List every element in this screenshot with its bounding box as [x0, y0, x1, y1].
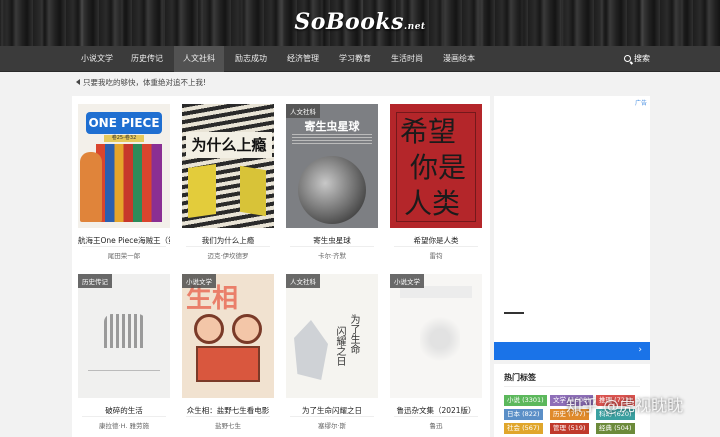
nav-item-education[interactable]: 学习教育 — [332, 46, 378, 72]
book-author: 康拉德·H. 雅劳施 — [99, 422, 149, 430]
divider — [504, 386, 640, 387]
book-author: 迈克·伊坎德罗 — [207, 252, 249, 260]
cover-title: 希望 — [400, 115, 457, 148]
category-badge[interactable]: 人文社科 — [286, 274, 320, 288]
tag-link[interactable]: 经典 (504) — [596, 423, 635, 434]
book-grid: ONE PIECE 卷25-卷32 航海王One Piece海贼王（第 尾田荣一… — [72, 96, 490, 437]
cover-title: 寄生虫星球 — [304, 120, 360, 133]
cover-art — [80, 152, 102, 222]
divider — [504, 312, 524, 314]
divider — [394, 246, 478, 247]
divider — [186, 416, 270, 417]
nav-item-humanities[interactable]: 人文社科 — [174, 46, 224, 72]
divider — [290, 246, 374, 247]
cover-art — [96, 144, 162, 222]
chevron-right-icon: › — [638, 345, 642, 355]
book-title[interactable]: 为了生命闪耀之日 — [286, 405, 378, 416]
book-author: 尾田荣一郎 — [107, 252, 141, 260]
site-header: SoBooks.net — [0, 0, 720, 46]
nav-item-comics[interactable]: 漫画绘本 — [436, 46, 482, 72]
cover-art — [298, 156, 366, 224]
book-card[interactable]: 为了生命 闪耀之日 人文社科 为了生命闪耀之日 塞缪尔·斯 — [286, 274, 378, 437]
book-title[interactable]: 鲁迅杂文集（2021版） — [390, 405, 482, 416]
cover-title: 人类 — [404, 187, 461, 220]
cover-title: 你是 — [410, 151, 467, 184]
cover-art — [88, 370, 160, 371]
book-author: 塞缪尔·斯 — [317, 422, 347, 430]
book-cover[interactable]: 希望 你是 人类 — [390, 104, 482, 228]
book-title[interactable]: 众生相：盐野七生看电影 — [182, 405, 274, 416]
book-card[interactable]: 为什么上瘾 我们为什么上瘾 迈克·伊坎德罗 — [182, 104, 274, 270]
book-author: 鲁迅 — [429, 422, 443, 430]
category-badge[interactable]: 人文社科 — [286, 104, 320, 118]
nav-item-success[interactable]: 励志成功 — [228, 46, 274, 72]
site-logo[interactable]: SoBooks.net — [0, 9, 720, 35]
widget-title: 热门标签 — [504, 373, 536, 382]
book-card[interactable]: ONE PIECE 卷25-卷32 航海王One Piece海贼王（第 尾田荣一… — [78, 104, 170, 270]
cover-art — [196, 346, 260, 382]
speaker-icon — [76, 79, 80, 85]
cover-art — [292, 134, 372, 144]
divider — [186, 246, 270, 247]
nav-item-history[interactable]: 历史传记 — [124, 46, 170, 72]
book-cover[interactable]: 为什么上瘾 — [182, 104, 274, 228]
cover-art — [240, 165, 266, 217]
divider — [82, 246, 166, 247]
ad-label[interactable]: 广告 — [635, 98, 647, 107]
book-author: 盐野七生 — [215, 422, 241, 430]
book-cover[interactable]: 寄生虫星球 人文社科 — [286, 104, 378, 228]
book-cover[interactable]: ONE PIECE 卷25-卷32 — [78, 104, 170, 228]
cover-art — [194, 314, 224, 344]
cover-art — [294, 320, 328, 380]
main-nav: 小说文学 历史传记 人文社科 励志成功 经济管理 学习教育 生活时尚 漫画绘本 … — [0, 46, 720, 72]
book-title[interactable]: 我们为什么上瘾 — [182, 235, 274, 246]
book-cover[interactable]: 为了生命 闪耀之日 人文社科 — [286, 274, 378, 398]
search-label: 搜索 — [634, 54, 650, 63]
cover-title: 为什么上瘾 — [186, 132, 272, 158]
tag-link[interactable]: 日本 (822) — [504, 409, 543, 420]
nav-item-lifestyle[interactable]: 生活时尚 — [384, 46, 430, 72]
tag-link[interactable]: 社会 (567) — [504, 423, 543, 434]
cover-logo: ONE PIECE — [86, 112, 162, 134]
cover-art — [232, 314, 262, 344]
book-title[interactable]: 寄生虫星球 — [286, 235, 378, 246]
cover-art — [104, 314, 146, 348]
book-card[interactable]: 小说文学 鲁迅杂文集（2021版） 鲁迅 — [390, 274, 482, 437]
book-title[interactable]: 航海王One Piece海贼王（第 — [78, 235, 170, 246]
cover-art — [188, 164, 216, 218]
book-card[interactable]: 寄生虫星球 人文社科 寄生虫星球 卡尔·齐默 — [286, 104, 378, 270]
nav-item-fiction[interactable]: 小说文学 — [74, 46, 120, 72]
divider — [394, 416, 478, 417]
watermark: 知乎 @虎视眈眈 — [566, 396, 684, 415]
book-card[interactable]: 生相 小说文学 众生相：盐野七生看电影 盐野七生 — [182, 274, 274, 437]
book-cover[interactable]: 历史传记 — [78, 274, 170, 398]
search-icon — [624, 55, 631, 62]
notice-bar: 只要我吃的够快，体重绝对追不上我! — [76, 77, 206, 88]
sidebar-ad[interactable]: 广告 — [494, 96, 650, 360]
book-card[interactable]: 希望 你是 人类 希望你是人类 雷钧 — [390, 104, 482, 270]
book-cover[interactable]: 生相 小说文学 — [182, 274, 274, 398]
nav-item-economics[interactable]: 经济管理 — [280, 46, 326, 72]
search-button[interactable]: 搜索 — [624, 46, 650, 72]
book-author: 雷钧 — [429, 252, 443, 260]
book-author: 卡尔·齐默 — [317, 252, 347, 260]
book-title[interactable]: 破碎的生活 — [78, 405, 170, 416]
book-title[interactable]: 希望你是人类 — [390, 235, 482, 246]
category-badge[interactable]: 历史传记 — [78, 274, 112, 288]
category-badge[interactable]: 小说文学 — [182, 274, 216, 288]
cover-title: 闪耀之日 — [334, 326, 345, 366]
tag-link[interactable]: 管理 (519) — [550, 423, 589, 434]
divider — [290, 416, 374, 417]
category-badge[interactable]: 小说文学 — [390, 274, 424, 288]
book-cover[interactable]: 小说文学 — [390, 274, 482, 398]
cover-subtitle: 卷25-卷32 — [104, 135, 144, 142]
divider — [82, 416, 166, 417]
ad-button[interactable]: › — [494, 342, 650, 360]
book-card[interactable]: 历史传记 破碎的生活 康拉德·H. 雅劳施 — [78, 274, 170, 437]
notice-text: 只要我吃的够快，体重绝对追不上我! — [83, 78, 207, 87]
cover-art — [420, 314, 460, 364]
tag-link[interactable]: 小说 (3301) — [504, 395, 547, 406]
cover-title: 为了生命 — [348, 314, 359, 354]
